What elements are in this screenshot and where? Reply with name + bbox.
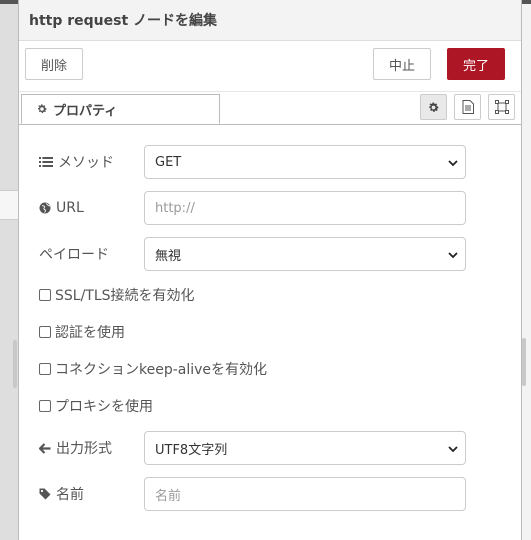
payload-label: ペイロード bbox=[39, 244, 144, 264]
output-label-text: 出力形式 bbox=[56, 441, 112, 457]
payload-value: 無視 bbox=[155, 248, 182, 264]
canvas-background-left bbox=[0, 0, 18, 540]
auth-checkbox-row[interactable]: 認証を使用 bbox=[39, 322, 125, 342]
url-label-text: URL bbox=[56, 200, 84, 216]
done-button[interactable]: 完了 bbox=[447, 48, 505, 80]
method-select[interactable]: GET bbox=[144, 145, 466, 179]
edit-tray: http request ノードを編集 削除 中止 完了 プロパティ メソッド … bbox=[18, 0, 522, 540]
right-resize-handle[interactable] bbox=[522, 338, 526, 386]
appearance-tab-button[interactable] bbox=[488, 94, 515, 120]
canvas-top-line bbox=[0, 0, 18, 4]
tab-bar: プロパティ bbox=[19, 92, 521, 125]
frame-icon bbox=[494, 100, 509, 114]
method-row: メソッド GET bbox=[39, 145, 466, 179]
tray-title: http request ノードを編集 bbox=[29, 13, 218, 29]
name-label-text: 名前 bbox=[56, 487, 84, 503]
arrow-left-icon bbox=[39, 442, 51, 454]
payload-select[interactable]: 無視 bbox=[144, 237, 466, 271]
payload-row: ペイロード 無視 bbox=[39, 237, 466, 271]
tab-properties[interactable]: プロパティ bbox=[21, 94, 220, 124]
method-label-text: メソッド bbox=[58, 155, 114, 171]
output-value: UTF8文字列 bbox=[155, 442, 228, 458]
output-row: 出力形式 UTF8文字列 bbox=[39, 431, 466, 465]
list-icon bbox=[39, 157, 53, 167]
keepalive-checkbox[interactable] bbox=[39, 363, 51, 375]
canvas-top-line-right bbox=[521, 0, 531, 4]
cancel-button[interactable]: 中止 bbox=[373, 48, 431, 80]
keepalive-checkbox-row[interactable]: コネクションkeep-aliveを有効化 bbox=[39, 359, 267, 379]
name-label: 名前 bbox=[39, 484, 144, 504]
ssl-checkbox[interactable] bbox=[39, 289, 51, 301]
chevron-down-icon bbox=[448, 157, 458, 172]
left-resize-handle[interactable] bbox=[13, 340, 17, 388]
keepalive-checkbox-label: コネクションkeep-aliveを有効化 bbox=[55, 362, 268, 378]
url-row: URL http:// bbox=[39, 191, 466, 225]
ssl-checkbox-label: SSL/TLS接続を有効化 bbox=[55, 288, 195, 304]
description-tab-button[interactable] bbox=[454, 94, 481, 120]
gear-icon bbox=[427, 101, 440, 114]
output-label: 出力形式 bbox=[39, 438, 144, 458]
auth-checkbox-label: 認証を使用 bbox=[55, 325, 125, 341]
method-value: GET bbox=[155, 154, 182, 170]
gear-icon bbox=[36, 103, 48, 115]
ssl-checkbox-row[interactable]: SSL/TLS接続を有効化 bbox=[39, 285, 195, 305]
payload-label-text: ペイロード bbox=[39, 247, 109, 263]
document-icon bbox=[462, 100, 474, 114]
name-row: 名前 名前 bbox=[39, 477, 466, 511]
proxy-checkbox-row[interactable]: プロキシを使用 bbox=[39, 396, 153, 416]
delete-button[interactable]: 削除 bbox=[25, 48, 83, 80]
properties-tab-button[interactable] bbox=[420, 94, 447, 120]
output-select[interactable]: UTF8文字列 bbox=[144, 431, 466, 465]
tab-properties-label: プロパティ bbox=[53, 103, 118, 119]
tray-toolbar: 削除 中止 完了 bbox=[19, 41, 521, 92]
url-input[interactable]: http:// bbox=[144, 191, 466, 225]
tray-header: http request ノードを編集 bbox=[19, 0, 521, 41]
auth-checkbox[interactable] bbox=[39, 326, 51, 338]
globe-icon bbox=[39, 202, 51, 214]
url-placeholder: http:// bbox=[155, 200, 195, 216]
proxy-checkbox-label: プロキシを使用 bbox=[55, 399, 153, 415]
canvas-background-right bbox=[521, 0, 531, 540]
proxy-checkbox[interactable] bbox=[39, 400, 51, 412]
chevron-down-icon bbox=[448, 443, 458, 458]
method-label: メソッド bbox=[39, 152, 144, 172]
url-label: URL bbox=[39, 200, 144, 216]
tag-icon bbox=[39, 488, 51, 500]
name-input[interactable]: 名前 bbox=[144, 477, 466, 511]
chevron-down-icon bbox=[448, 249, 458, 264]
canvas-node-fragment bbox=[0, 190, 18, 220]
name-placeholder: 名前 bbox=[155, 488, 182, 504]
